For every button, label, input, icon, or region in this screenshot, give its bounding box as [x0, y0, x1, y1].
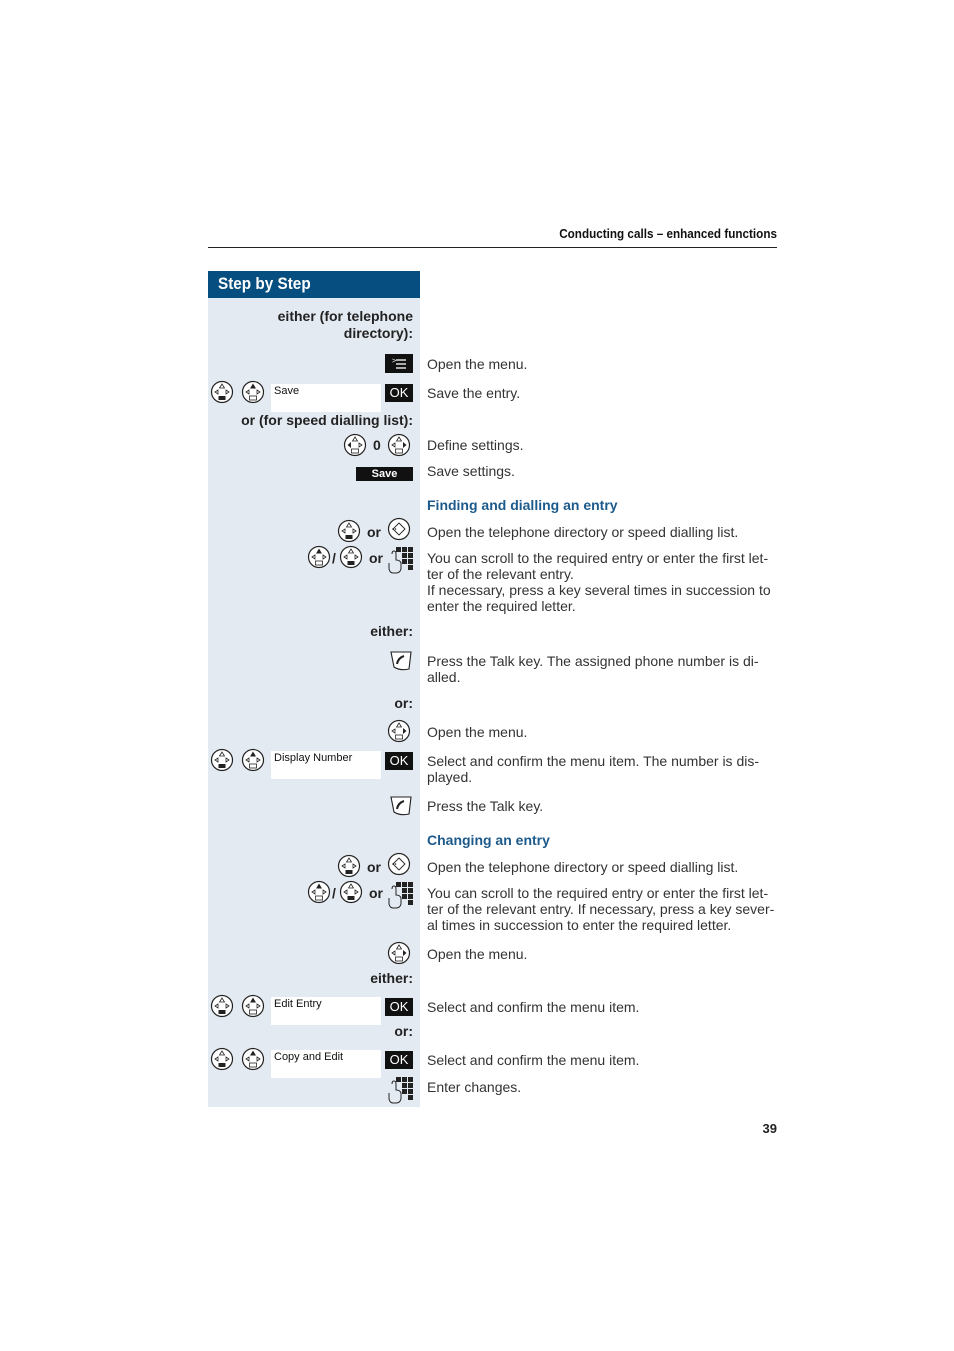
label-either: either:: [370, 970, 413, 986]
label-line: either (for telephone: [277, 308, 413, 324]
step-scroll-entry: You can scroll to the required entry or …: [427, 885, 775, 933]
step-open-directory: Open the telephone directory or speed di…: [427, 859, 739, 875]
step-press-talk: Press the Talk key. The assigned phone n…: [427, 653, 759, 685]
directory-key-icon[interactable]: [387, 852, 412, 877]
menu-key-icon[interactable]: >: [385, 354, 413, 373]
step-display-number: Select and confirm the menu item. The nu…: [427, 753, 760, 785]
step-edit-entry: Select and confirm the menu item.: [427, 999, 640, 1015]
slash-text: /: [332, 550, 336, 566]
ok-button[interactable]: OK: [385, 1051, 413, 1069]
nav-down-icon[interactable]: [337, 854, 362, 879]
display-menu-item-copy-and-edit[interactable]: Copy and Edit: [271, 1050, 381, 1078]
step-open-menu: Open the menu.: [427, 356, 528, 372]
label-either: either:: [370, 623, 413, 639]
ok-button[interactable]: OK: [385, 752, 413, 770]
section-heading-changing: Changing an entry: [427, 832, 550, 848]
label-line: directory):: [343, 325, 413, 341]
nav-up-icon[interactable]: [307, 545, 332, 570]
label-either-telephone-directory: either (for telephone directory):: [278, 308, 413, 342]
step-scroll-entry: You can scroll to the required entry or …: [427, 550, 779, 614]
step-open-menu: Open the menu.: [427, 946, 528, 962]
step-open-directory: Open the telephone directory or speed di…: [427, 524, 739, 540]
nav-right-icon[interactable]: [387, 433, 412, 458]
nav-right-icon[interactable]: [387, 941, 412, 966]
menu-item-text: Display Number: [274, 752, 353, 764]
step-save-entry: Save the entry.: [427, 385, 521, 401]
nav-down-icon[interactable]: [210, 748, 235, 773]
nav-right-icon[interactable]: [387, 719, 412, 744]
label-or-speed-dialling: or (for speed dialling list):: [241, 412, 413, 428]
or-text: or: [369, 885, 383, 901]
nav-up-icon[interactable]: [241, 994, 266, 1019]
display-menu-item-display-number[interactable]: Display Number: [271, 751, 381, 779]
digit-zero-key[interactable]: 0: [373, 437, 381, 453]
step-press-talk: Press the Talk key.: [427, 798, 544, 814]
talk-key-icon[interactable]: [389, 795, 413, 817]
step-copy-and-edit: Select and confirm the menu item.: [427, 1052, 640, 1068]
nav-down-icon[interactable]: [339, 545, 364, 570]
keypad-icon[interactable]: [388, 881, 414, 909]
step-by-step-header: Step by Step: [208, 271, 420, 298]
nav-up-icon[interactable]: [307, 880, 332, 905]
step-save-settings: Save settings.: [427, 463, 515, 479]
keypad-icon[interactable]: [388, 1076, 414, 1104]
nav-up-icon[interactable]: [241, 380, 266, 405]
step-text: If necessary, press a key several times …: [427, 582, 771, 614]
step-open-menu: Open the menu.: [427, 724, 528, 740]
nav-down-icon[interactable]: [210, 380, 235, 405]
menu-item-text: Copy and Edit: [274, 1051, 344, 1063]
section-heading-finding: Finding and dialling an entry: [427, 497, 618, 513]
slash-text: /: [332, 885, 336, 901]
step-text: You can scroll to the required entry or …: [427, 550, 769, 582]
nav-down-icon[interactable]: [210, 1047, 235, 1072]
step-by-step-title: Step by Step: [218, 274, 311, 293]
running-header: Conducting calls – enhanced functions: [559, 226, 777, 241]
directory-key-icon[interactable]: [387, 517, 412, 542]
step-define-settings: Define settings.: [427, 437, 524, 453]
or-text: or: [369, 550, 383, 566]
header-rule: [208, 247, 777, 248]
nav-down-icon[interactable]: [210, 994, 235, 1019]
ok-button[interactable]: OK: [385, 384, 413, 402]
keypad-icon[interactable]: [388, 546, 414, 574]
nav-up-icon[interactable]: [241, 748, 266, 773]
display-menu-item-edit-entry[interactable]: Edit Entry: [271, 997, 381, 1025]
label-or: or:: [394, 695, 413, 711]
or-text: or: [367, 859, 381, 875]
step-enter-changes: Enter changes.: [427, 1079, 522, 1095]
nav-down-icon[interactable]: [339, 880, 364, 905]
ok-button[interactable]: OK: [385, 998, 413, 1016]
display-menu-item-save[interactable]: Save: [271, 384, 381, 412]
label-or: or:: [394, 1023, 413, 1039]
menu-item-text: Save: [274, 385, 300, 397]
nav-up-icon[interactable]: [241, 1047, 266, 1072]
menu-item-text: Edit Entry: [274, 998, 322, 1010]
save-softkey[interactable]: Save: [356, 467, 413, 481]
nav-left-icon[interactable]: [343, 433, 368, 458]
nav-down-icon[interactable]: [337, 519, 362, 544]
svg-text:>: >: [392, 358, 396, 365]
page-number: 39: [762, 1121, 777, 1136]
or-text: or: [367, 524, 381, 540]
talk-key-icon[interactable]: [389, 650, 413, 672]
